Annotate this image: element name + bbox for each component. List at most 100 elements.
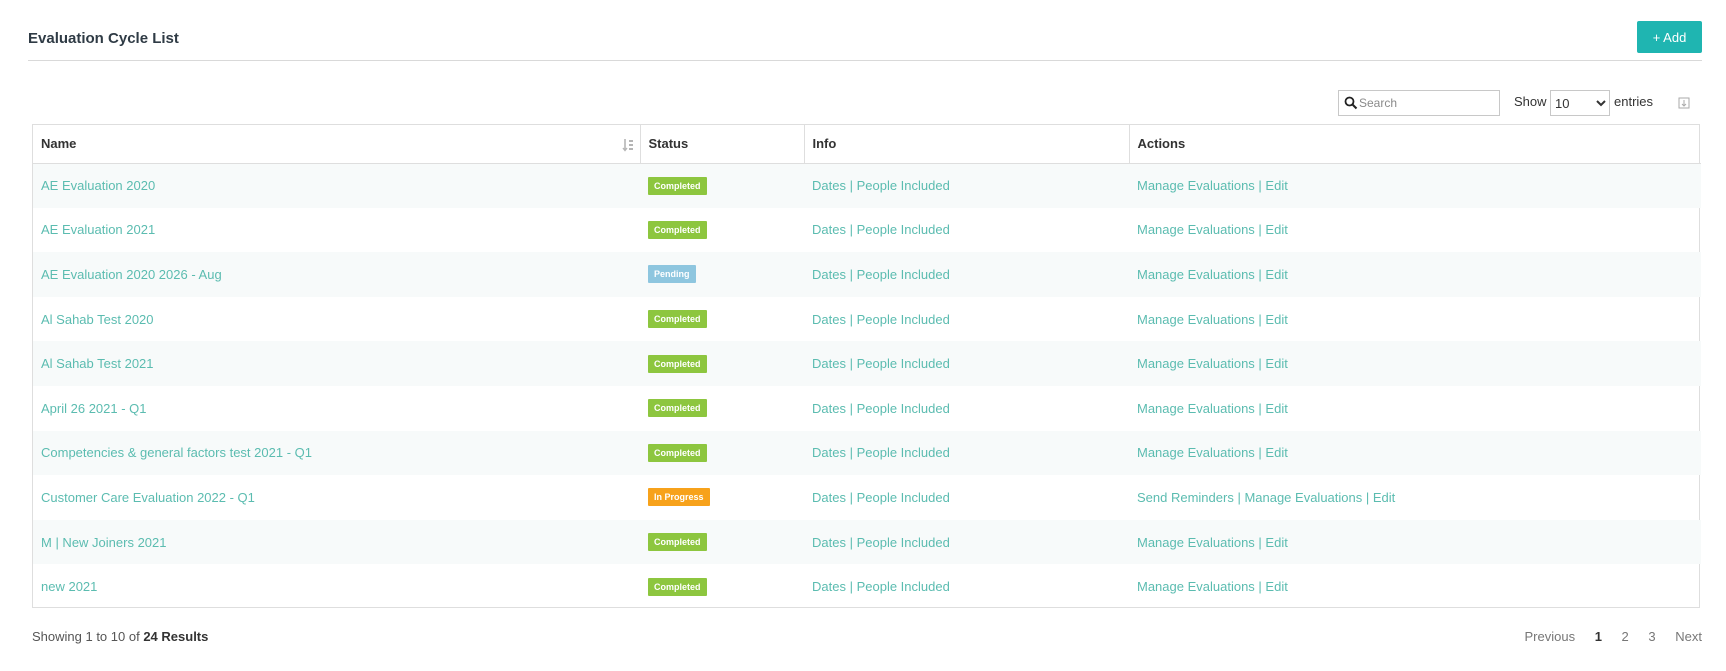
link-separator: |	[1233, 489, 1245, 505]
column-header-info: Info	[804, 125, 1130, 164]
link-separator: |	[845, 400, 857, 416]
edit-link[interactable]: Edit	[1265, 535, 1287, 550]
link-separator: |	[845, 222, 857, 238]
cell-status: In Progress	[640, 475, 804, 520]
edit-link[interactable]: Edit	[1265, 579, 1287, 594]
edit-link[interactable]: Edit	[1265, 312, 1287, 327]
pagination-page-1[interactable]: 1	[1595, 629, 1602, 644]
cell-name: AE Evaluation 2020	[33, 163, 640, 208]
people-included-link[interactable]: People Included	[857, 312, 950, 327]
pagination-page-3[interactable]: 3	[1648, 629, 1655, 644]
people-included-link[interactable]: People Included	[857, 535, 950, 550]
status-badge: Completed	[648, 399, 707, 418]
people-included-link[interactable]: People Included	[857, 445, 950, 460]
cell-name: new 2021	[33, 564, 640, 609]
entries-select[interactable]: 10	[1550, 90, 1610, 116]
dates-link[interactable]: Dates	[812, 356, 846, 371]
manage-evaluations-link[interactable]: Manage Evaluations	[1137, 267, 1255, 282]
search-icon	[1344, 96, 1358, 110]
pagination-next[interactable]: Next	[1675, 629, 1702, 644]
add-button[interactable]: + Add	[1637, 21, 1702, 53]
cell-name: Al Sahab Test 2021	[33, 341, 640, 386]
dates-link[interactable]: Dates	[812, 535, 846, 550]
link-separator: |	[1254, 400, 1266, 416]
edit-link[interactable]: Edit	[1265, 445, 1287, 460]
edit-link[interactable]: Edit	[1373, 490, 1395, 505]
manage-evaluations-link[interactable]: Manage Evaluations	[1137, 445, 1255, 460]
manage-evaluations-link[interactable]: Manage Evaluations	[1137, 401, 1255, 416]
edit-link[interactable]: Edit	[1265, 267, 1287, 282]
edit-link[interactable]: Edit	[1265, 401, 1287, 416]
manage-evaluations-link[interactable]: Manage Evaluations	[1137, 312, 1255, 327]
cycle-name-link[interactable]: Customer Care Evaluation 2022 - Q1	[41, 490, 255, 505]
pagination-previous[interactable]: Previous	[1524, 629, 1575, 644]
cycle-name-link[interactable]: AE Evaluation 2021	[41, 222, 155, 237]
cell-actions: Manage Evaluations | Edit	[1129, 208, 1701, 253]
edit-link[interactable]: Edit	[1265, 356, 1287, 371]
cycle-name-link[interactable]: AE Evaluation 2020 2026 - Aug	[41, 267, 222, 282]
manage-evaluations-link[interactable]: Manage Evaluations	[1137, 535, 1255, 550]
cycle-name-link[interactable]: AE Evaluation 2020	[41, 178, 155, 193]
table-row: Al Sahab Test 2020 Completed Dates | Peopl…	[33, 297, 1701, 342]
search-input[interactable]	[1357, 93, 1497, 113]
people-included-link[interactable]: People Included	[857, 579, 950, 594]
column-header-name[interactable]: Name	[33, 125, 641, 164]
link-separator: |	[1254, 266, 1266, 282]
cell-info: Dates | People Included	[804, 297, 1129, 342]
status-badge: Completed	[648, 310, 707, 329]
people-included-link[interactable]: People Included	[857, 401, 950, 416]
cell-info: Dates | People Included	[804, 564, 1129, 609]
search-box[interactable]	[1338, 90, 1500, 116]
sort-icon[interactable]	[621, 138, 634, 152]
results-prefix: Showing 1 to 10 of	[32, 629, 140, 644]
cell-status: Completed	[640, 297, 804, 342]
export-icon[interactable]	[1678, 97, 1690, 109]
people-included-link[interactable]: People Included	[857, 356, 950, 371]
people-included-link[interactable]: People Included	[857, 178, 950, 193]
cell-actions: Manage Evaluations | Edit	[1129, 341, 1701, 386]
dates-link[interactable]: Dates	[812, 178, 846, 193]
manage-evaluations-link[interactable]: Manage Evaluations	[1137, 222, 1255, 237]
cell-info: Dates | People Included	[804, 520, 1129, 565]
edit-link[interactable]: Edit	[1265, 222, 1287, 237]
cycle-name-link[interactable]: M | New Joiners 2021	[41, 535, 167, 550]
pagination-page-2[interactable]: 2	[1622, 629, 1629, 644]
link-separator: |	[845, 489, 857, 505]
edit-link[interactable]: Edit	[1265, 178, 1287, 193]
results-count: 24 Results	[143, 629, 209, 644]
entries-label: entries	[1614, 94, 1654, 109]
dates-link[interactable]: Dates	[812, 445, 846, 460]
dates-link[interactable]: Dates	[812, 579, 846, 594]
manage-evaluations-link[interactable]: Manage Evaluations	[1137, 579, 1255, 594]
status-badge: Completed	[648, 220, 707, 239]
cycle-name-link[interactable]: Competencies & general factors test 2021…	[41, 445, 312, 460]
send-reminders-link[interactable]: Send Reminders	[1137, 490, 1234, 505]
cycle-name-link[interactable]: new 2021	[41, 579, 97, 594]
dates-link[interactable]: Dates	[812, 267, 846, 282]
cell-actions: Manage Evaluations | Edit	[1129, 431, 1701, 476]
manage-evaluations-link[interactable]: Manage Evaluations	[1137, 356, 1255, 371]
dates-link[interactable]: Dates	[812, 401, 846, 416]
cycle-name-link[interactable]: April 26 2021 - Q1	[41, 401, 147, 416]
link-separator: |	[1254, 534, 1266, 550]
cell-info: Dates | People Included	[804, 208, 1129, 253]
cell-name: M | New Joiners 2021	[33, 520, 640, 565]
cell-actions: Manage Evaluations | Edit	[1129, 252, 1701, 297]
table-row: AE Evaluation 2021 Completed Dates | Peopl…	[33, 208, 1701, 253]
manage-evaluations-link[interactable]: Manage Evaluations	[1137, 178, 1255, 193]
people-included-link[interactable]: People Included	[857, 222, 950, 237]
dates-link[interactable]: Dates	[812, 312, 846, 327]
dates-link[interactable]: Dates	[812, 222, 846, 237]
cell-actions: Manage Evaluations | Edit	[1129, 564, 1701, 609]
people-included-link[interactable]: People Included	[857, 490, 950, 505]
people-included-link[interactable]: People Included	[857, 267, 950, 282]
cycle-name-link[interactable]: Al Sahab Test 2021	[41, 356, 154, 371]
cell-status: Pending	[640, 252, 804, 297]
dates-link[interactable]: Dates	[812, 490, 846, 505]
cell-info: Dates | People Included	[804, 431, 1129, 476]
cell-status: Completed	[640, 341, 804, 386]
manage-evaluations-link[interactable]: Manage Evaluations	[1244, 490, 1362, 505]
cell-name: Customer Care Evaluation 2022 - Q1	[33, 475, 640, 520]
cell-status: Completed	[640, 163, 804, 208]
cycle-name-link[interactable]: Al Sahab Test 2020	[41, 312, 154, 327]
